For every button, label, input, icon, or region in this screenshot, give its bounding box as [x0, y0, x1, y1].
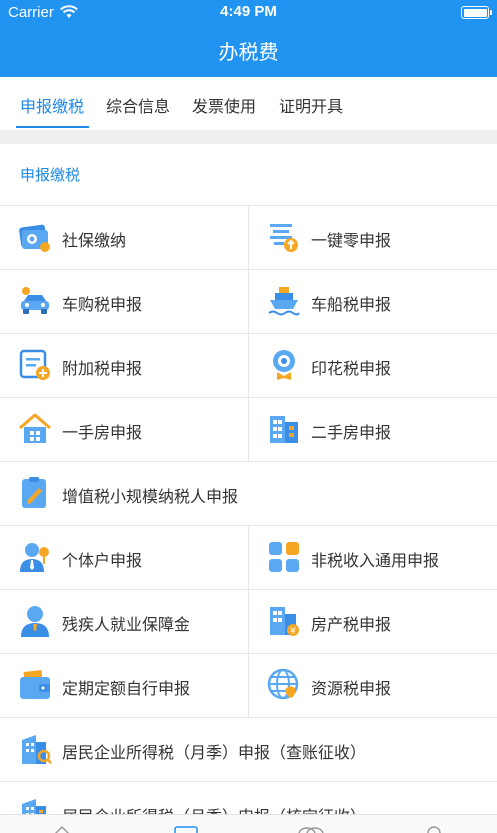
tab-declare-pay[interactable]: 申报缴税: [20, 93, 84, 117]
grid-apps-icon: [269, 542, 299, 572]
item-vat-small-scale[interactable]: 增值税小规模纳税人申报: [0, 462, 497, 525]
grid-row: 增值税小规模纳税人申报: [0, 461, 497, 524]
profile-icon[interactable]: [425, 825, 443, 833]
battery-icon: [461, 6, 492, 19]
grid-row: 车购税申报 车船税申报: [0, 269, 497, 333]
add-form-icon: [19, 349, 50, 380]
item-label: 附加税申报: [62, 359, 143, 378]
item-stamp-tax[interactable]: 印花税申报: [249, 334, 497, 397]
app-header: Carrier 4:49 PM 办税费: [0, 0, 497, 77]
item-label: 车购税申报: [62, 295, 143, 314]
bottom-nav: [0, 814, 497, 833]
grid-row: 个体户申报 非税收入通用申报: [0, 525, 497, 589]
item-cit-audit[interactable]: 居民企业所得税（月季）申报（查账征收）: [0, 718, 497, 781]
item-label: 残疾人就业保障金: [62, 615, 191, 634]
grid-row: 一手房申报 二手房申报: [0, 397, 497, 461]
item-fixed-quota[interactable]: 定期定额自行申报: [0, 654, 248, 717]
item-resource-tax[interactable]: 资源税申报: [249, 654, 497, 717]
tab-bar: 申报缴税 综合信息 发票使用 证明开具: [0, 77, 497, 130]
wallet-icon: [20, 670, 50, 699]
chat-icon[interactable]: [298, 825, 324, 833]
car-icon: [21, 287, 49, 314]
tab-certificate[interactable]: 证明开具: [279, 93, 343, 117]
ship-icon: [268, 287, 300, 316]
person-tie-icon: [20, 543, 49, 572]
item-property-tax[interactable]: ¥ 房产税申报: [249, 590, 497, 653]
item-label: 二手房申报: [311, 423, 392, 442]
item-label: 一手房申报: [62, 423, 143, 442]
item-label: 非税收入通用申报: [311, 551, 440, 570]
active-tab-indicator: [16, 126, 89, 128]
item-non-tax-revenue[interactable]: 非税收入通用申报: [249, 526, 497, 589]
item-label: 一键零申报: [311, 231, 392, 250]
item-vehicle-purchase-tax[interactable]: 车购税申报: [0, 270, 248, 333]
tab-general-info[interactable]: 综合信息: [106, 93, 170, 117]
item-label: 房产税申报: [311, 615, 392, 634]
item-zero-declare[interactable]: 一键零申报: [249, 206, 497, 269]
item-vehicle-vessel-tax[interactable]: 车船税申报: [249, 270, 497, 333]
divider: [0, 130, 497, 144]
tax-office-icon[interactable]: [174, 825, 198, 833]
item-label: 居民企业所得税（月季）申报（查账征收）: [62, 743, 367, 762]
section-title: 申报缴税: [20, 166, 81, 184]
person-icon: [21, 606, 49, 637]
grid-row: 残疾人就业保障金 ¥ 房产税申报: [0, 589, 497, 653]
item-label: 印花税申报: [311, 359, 392, 378]
home-icon[interactable]: [52, 825, 72, 833]
item-label: 定期定额自行申报: [62, 679, 191, 698]
main-content: 申报缴税 社保缴纳 一键零申报 车购税申报 车船税申报 附加税申报 印花税申报 …: [0, 144, 497, 833]
status-bar: Carrier 4:49 PM: [0, 0, 497, 26]
clock: 4:49 PM: [220, 3, 277, 20]
item-second-hand-house[interactable]: 二手房申报: [249, 398, 497, 461]
item-social-security[interactable]: 社保缴纳: [0, 206, 248, 269]
clipboard-pen-icon: [22, 477, 46, 508]
globe-icon: [267, 668, 299, 700]
office-building-search-icon: [22, 735, 52, 764]
item-new-house[interactable]: 一手房申报: [0, 398, 248, 461]
grid-row: 定期定额自行申报 资源税申报: [0, 653, 497, 717]
item-label: 个体户申报: [62, 551, 143, 570]
item-label: 增值税小规模纳税人申报: [62, 487, 239, 506]
page-title: 办税费: [218, 40, 279, 64]
item-label: 车船税申报: [311, 295, 392, 314]
house-icon: [19, 413, 51, 443]
social-security-card-icon: [19, 224, 50, 252]
item-label: 资源税申报: [311, 679, 392, 698]
tab-invoice-use[interactable]: 发票使用: [192, 93, 256, 117]
building-coin-icon: ¥: [270, 607, 299, 637]
item-individual-business[interactable]: 个体户申报: [0, 526, 248, 589]
grid-row: 社保缴纳 一键零申报: [0, 205, 497, 269]
grid-row: 居民企业所得税（月季）申报（查账征收）: [0, 717, 497, 780]
stamp-icon: [273, 350, 295, 380]
building-icon: [270, 416, 298, 443]
item-surcharge-tax[interactable]: 附加税申报: [0, 334, 248, 397]
item-disability-fund[interactable]: 残疾人就业保障金: [0, 590, 248, 653]
item-label: 社保缴纳: [62, 231, 127, 250]
grid-row: 附加税申报 印花税申报: [0, 333, 497, 397]
zero-declare-icon: [270, 224, 298, 252]
svg-text:¥: ¥: [290, 627, 296, 637]
